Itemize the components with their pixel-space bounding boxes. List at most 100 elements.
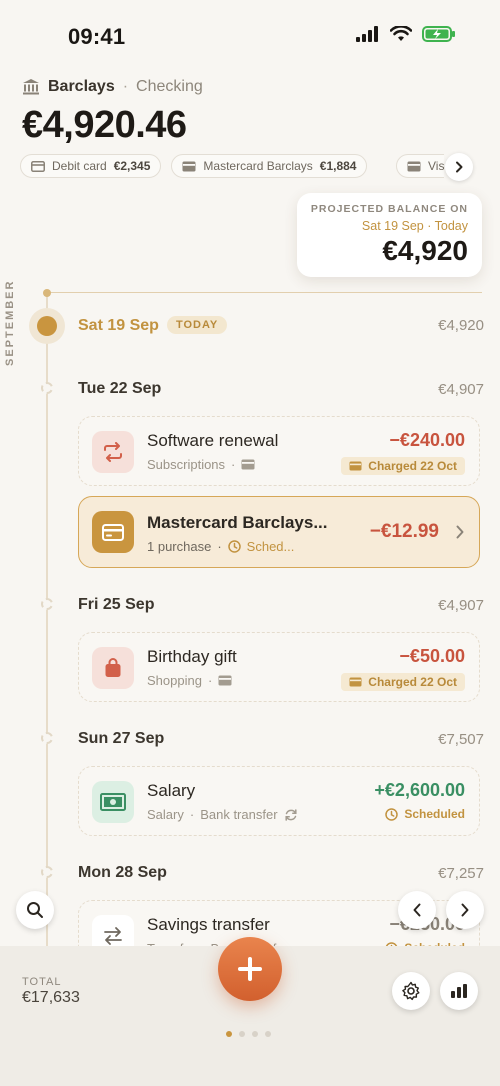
scheduled-tag: Scheduled [385,807,465,821]
projected-balance-card[interactable]: PROJECTED BALANCE ON Sat 19 Sep · Today … [297,193,482,277]
bank-name: Barclays [48,78,115,95]
chip-label: Debit card [52,159,107,173]
account-balance: €4,920.46 [22,104,187,146]
transaction-method: Bank transfer [200,807,278,822]
charged-tag-label: Charged 22 Oct [368,675,457,689]
page-dot[interactable] [252,1031,258,1037]
bank-separator: · [122,78,129,95]
page-dot[interactable] [239,1031,245,1037]
transaction-title: Software renewal [147,431,279,450]
transaction-amount: +€2,600.00 [374,780,465,800]
card-icon [407,161,421,171]
card-icon [31,160,45,172]
transaction-title: Salary [147,781,196,800]
card-icon [349,677,362,687]
subscription-icon-tile [92,431,134,473]
settings-button[interactable] [392,972,430,1010]
charged-tag: Charged 22 Oct [341,673,465,691]
chip-label: Visa [428,159,444,173]
stats-button[interactable] [440,972,478,1010]
chip-amount: €1,884 [319,159,357,173]
previous-button[interactable] [398,891,436,929]
chip-visa-clip: Visa [396,154,444,178]
total-value: €17,633 [22,989,80,1006]
page-dot[interactable] [265,1031,271,1037]
chip-visa[interactable]: Visa [396,154,444,178]
projected-label: PROJECTED BALANCE ON [310,203,468,215]
projected-amount: €4,920 [382,235,468,266]
transaction-amount: −€12.99 [369,521,439,542]
day-balance: €7,507 [438,731,484,748]
timeline-tick [41,382,53,394]
day-label-text: Sat 19 Sep [78,317,159,334]
gear-icon [402,981,420,1001]
plus-icon [238,957,262,981]
transaction-subtitle: Shopping · [147,673,232,688]
day-label: Fri 25 Sep [78,596,155,613]
chips-scroll-right-button[interactable] [445,153,473,181]
chip-mastercard[interactable]: Mastercard Barclays €1,884 [171,154,368,178]
transaction-mastercard-barclays[interactable]: Mastercard Barclays... 1 purchase · Sche… [78,496,480,568]
transaction-category: Shopping [147,673,202,688]
status-icons [356,26,456,42]
clock-icon [385,807,399,821]
chevron-right-icon [456,161,463,173]
recurring-icon [284,808,297,821]
transaction-category: Subscriptions [147,457,226,472]
battery-charging-icon [422,26,455,42]
account-header[interactable]: Barclays · Checking [22,78,203,96]
transaction-status: Sched... [246,539,295,554]
search-button[interactable] [16,891,54,929]
day-label: Tue 22 Sep [78,380,162,397]
timeline-tick [41,732,53,744]
transaction-software-renewal[interactable]: Software renewal Subscriptions · −€240.0… [78,416,480,486]
transaction-birthday-gift[interactable]: Birthday gift Shopping · −€50.00 Charged… [78,632,480,702]
salary-icon-tile [92,781,134,823]
total-label: TOTAL [22,976,62,988]
separator: · [189,807,195,822]
today-badge: TODAY [166,316,228,334]
card-icon-tile [92,511,134,553]
shopping-icon-tile [92,647,134,689]
timeline-tick [41,866,53,878]
next-button[interactable] [446,891,484,929]
transfer-arrows-icon [104,927,122,945]
chip-amount: €2,345 [113,159,151,173]
bank-icon [23,79,39,95]
purchase-count: 1 purchase [147,539,212,554]
page-indicator[interactable] [226,1031,271,1037]
separator: · [217,539,222,554]
search-icon [27,902,43,918]
timeline-marker-line [46,292,482,293]
timeline-marker-dot [43,289,51,297]
transaction-title: Savings transfer [147,915,270,934]
chevron-right-icon [461,903,469,917]
month-label: SEPTEMBER [4,279,16,366]
charged-tag: Charged 22 Oct [341,457,465,475]
card-icon [182,161,196,171]
account-type: Checking [136,78,203,95]
day-label: Sun 27 Sep [78,730,165,747]
card-icon [349,461,362,471]
today-dot [37,316,57,336]
chevron-right-icon [456,525,464,539]
separator: · [207,673,213,688]
account-chips: Debit card €2,345 Mastercard Barclays €1… [20,154,368,178]
banknote-icon [100,793,126,811]
transaction-salary[interactable]: Salary Salary · Bank transfer +€2,600.00… [78,766,480,836]
projected-date: Sat 19 Sep · Today [361,219,468,233]
day-label: Mon 28 Sep [78,864,167,881]
add-transaction-button[interactable] [218,937,282,1001]
wifi-icon [390,26,412,41]
credit-card-icon [102,523,124,541]
separator: · [231,457,236,472]
day-balance: €4,920 [438,317,484,334]
transaction-subtitle: Subscriptions · [147,457,255,472]
chip-debit-card[interactable]: Debit card €2,345 [20,154,162,178]
day-balance: €4,907 [438,381,484,398]
chip-label: Mastercard Barclays [203,159,313,173]
page-dot[interactable] [226,1031,232,1037]
transaction-subtitle: Salary · Bank transfer [147,807,298,822]
day-balance: €4,907 [438,597,484,614]
day-label-today: Sat 19 Sep TODAY [78,316,228,335]
